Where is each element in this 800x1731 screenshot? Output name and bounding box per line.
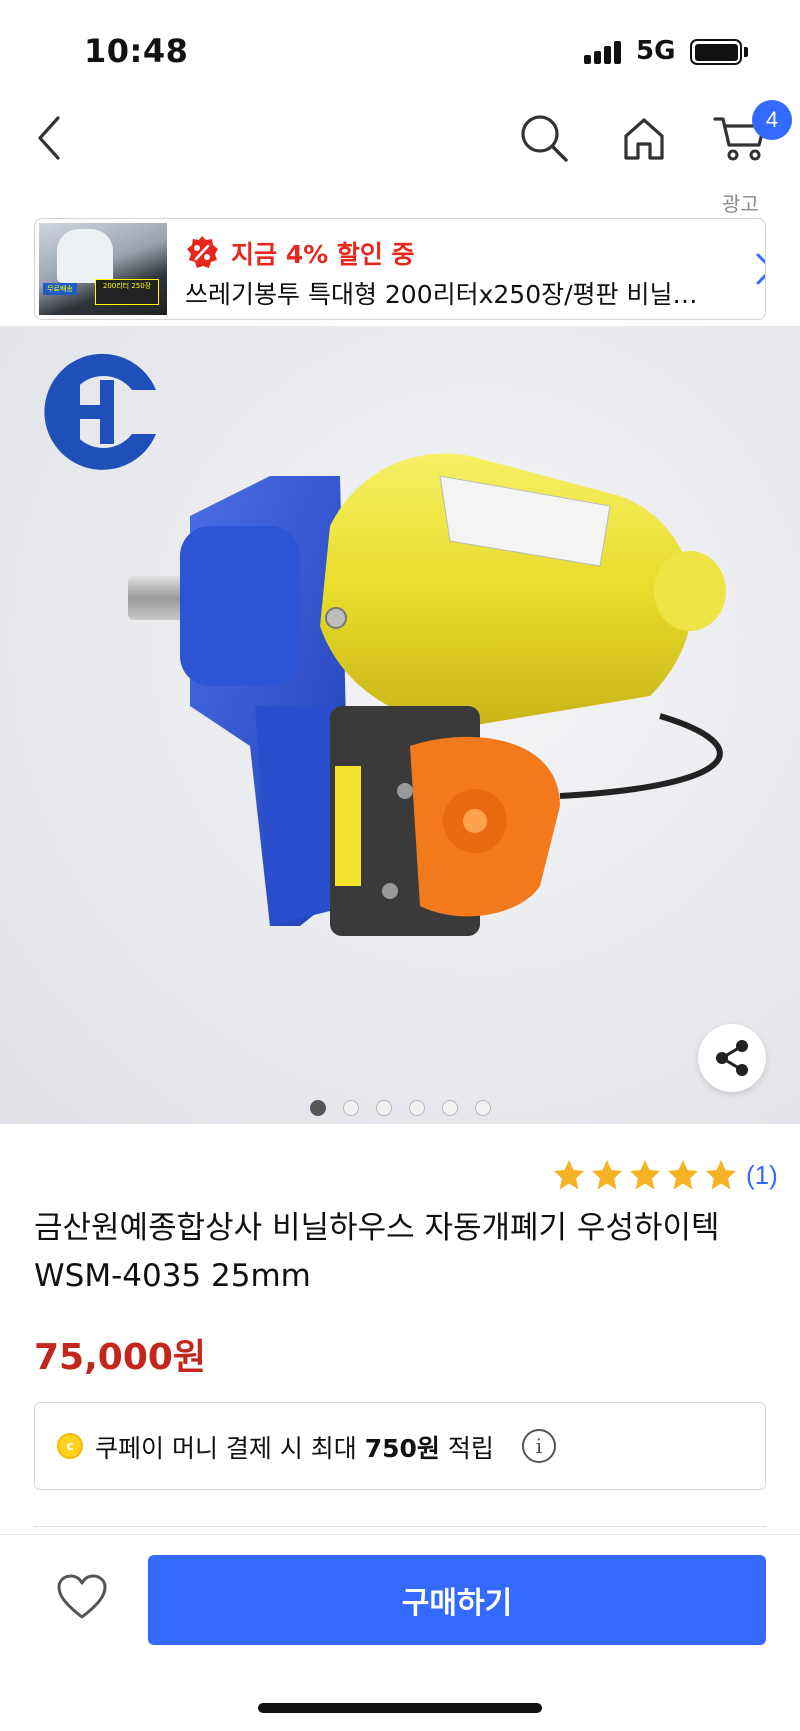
cashback-text: 쿠페이 머니 결제 시 최대 750원 적립 [95, 1434, 494, 1463]
ad-thumbnail: 무료배송 200리터 250장 [39, 223, 167, 315]
search-icon [521, 115, 568, 162]
star-icon [554, 1160, 584, 1190]
pagination-dot[interactable] [375, 1100, 392, 1116]
ad-thumb-text-2: 200리터 250장 [95, 279, 159, 305]
ad-banner[interactable]: 무료배송 200리터 250장 지금 4% 할인 중 쓰레기봉투 특대형 200… [34, 218, 766, 320]
home-icon [624, 118, 664, 160]
share-button[interactable] [698, 1024, 766, 1092]
share-icon [716, 1040, 748, 1076]
coin-icon: c [57, 1433, 83, 1459]
star-icon [592, 1160, 622, 1190]
info-icon[interactable]: i [522, 1429, 556, 1463]
pagination-dot[interactable] [309, 1100, 326, 1116]
cart-count-badge: 4 [752, 100, 792, 140]
heart-icon [57, 1574, 107, 1619]
pagination-dot[interactable] [342, 1100, 359, 1116]
ad-promo-text: 지금 4% 할인 중 [231, 240, 415, 269]
divider [34, 1526, 766, 1527]
network-label: 5G [636, 36, 676, 66]
review-count[interactable]: (1) [746, 1160, 778, 1191]
percent-badge-icon [187, 236, 218, 268]
back-icon [38, 116, 60, 160]
motor-illustration [128, 453, 726, 936]
product-price: 75,000원 [34, 1337, 207, 1378]
top-nav [0, 96, 800, 188]
star-icon [706, 1160, 736, 1190]
ad-label: 광고 [722, 192, 759, 216]
rating[interactable]: (1) [552, 1155, 778, 1195]
wishlist-button[interactable] [50, 1565, 114, 1629]
product-image[interactable] [0, 326, 800, 1124]
rating-stars [552, 1158, 742, 1192]
signal-icon [584, 40, 626, 64]
chevron-right-icon [756, 253, 765, 285]
bottom-bar: 구매하기 [0, 1534, 800, 1731]
home-button[interactable] [612, 106, 676, 170]
back-button[interactable] [18, 106, 82, 170]
buy-button[interactable]: 구매하기 [148, 1555, 766, 1645]
pagination-dot[interactable] [441, 1100, 458, 1116]
gallery-pagination [0, 1100, 800, 1120]
star-icon [668, 1160, 698, 1190]
battery-tip [744, 47, 748, 57]
product-title: 금산원예종합상사 비닐하우스 자동개폐기 우성하이텍 WSM-4035 25mm [34, 1210, 720, 1294]
home-indicator [258, 1703, 542, 1713]
cashback-box: c 쿠페이 머니 결제 시 최대 750원 적립 i [34, 1402, 766, 1490]
status-time: 10:48 [84, 32, 189, 70]
search-button[interactable] [512, 106, 576, 170]
ad-thumb-text-1: 무료배송 [43, 283, 77, 295]
ad-product-title: 쓰레기봉투 특대형 200리터x250장/평판 비닐봉투 대용량 [185, 280, 715, 309]
battery-icon [690, 39, 742, 65]
pagination-dot[interactable] [474, 1100, 491, 1116]
status-bar: 10:48 5G [0, 0, 800, 96]
star-icon [630, 1160, 660, 1190]
pagination-dot[interactable] [408, 1100, 425, 1116]
